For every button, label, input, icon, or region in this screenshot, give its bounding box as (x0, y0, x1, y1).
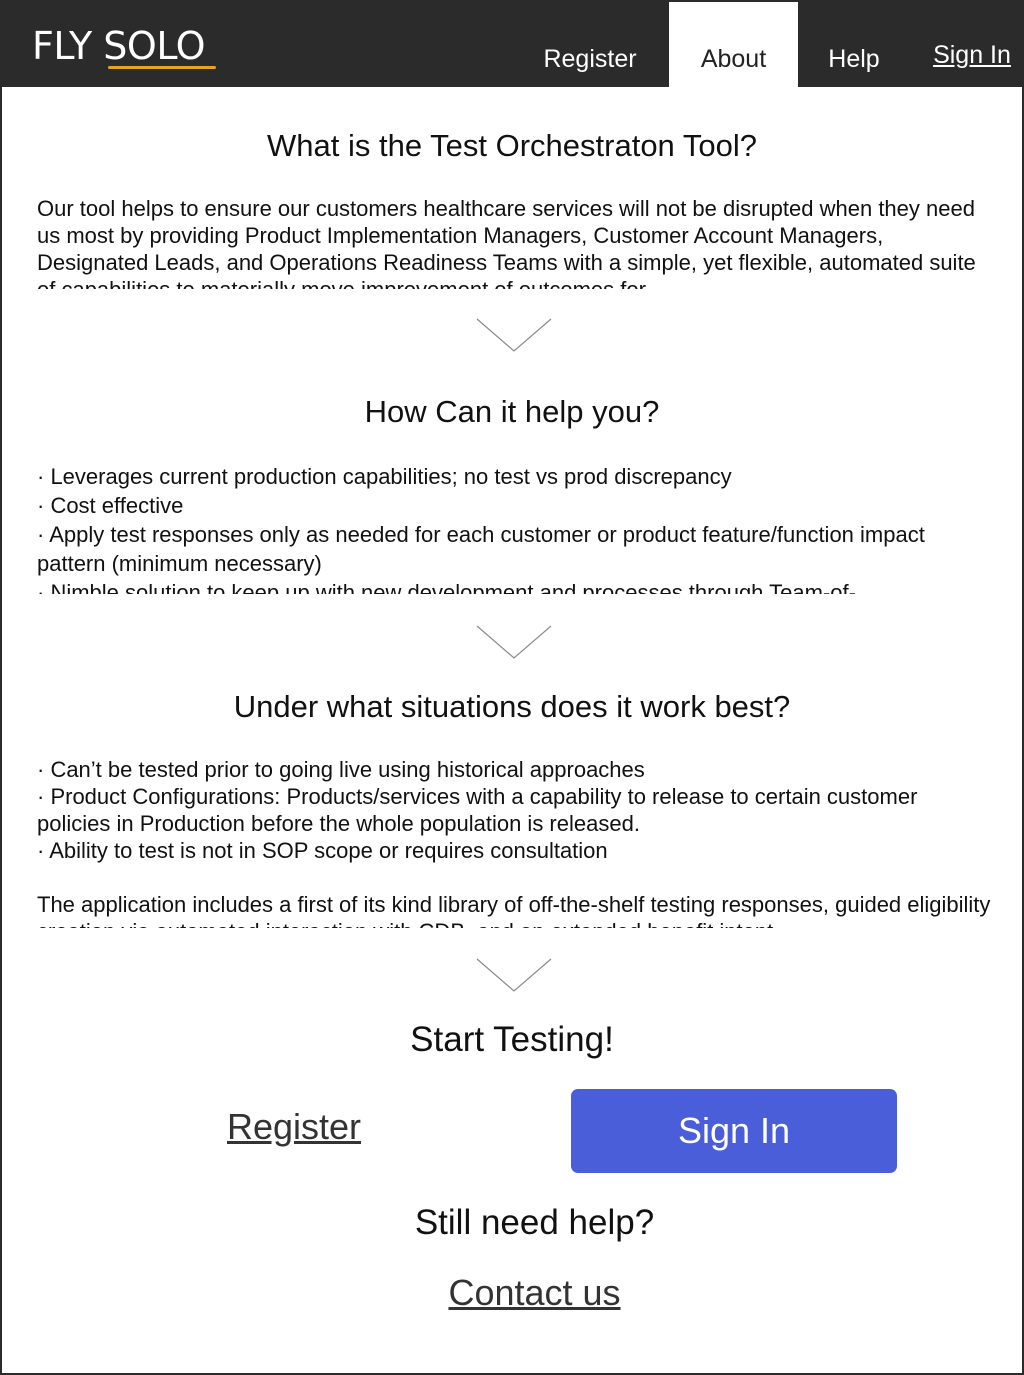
logo-word-solo: SOLO (103, 24, 206, 68)
still-need-help-heading: Still need help? (414, 1203, 655, 1242)
situations-paragraph: The application includes a first of its … (37, 892, 991, 928)
expand-chevron-icon[interactable] (476, 625, 552, 659)
situations-title: Under what situations does it work best? (233, 689, 791, 724)
situations-bullet: · Can’t be tested prior to going live us… (37, 757, 645, 782)
top-navigation-bar: FLY SOLO Register About Help Sign In (2, 2, 1022, 90)
how-help-bullet: · Nimble solution to keep up with new de… (37, 580, 856, 594)
nav-tab-register[interactable]: Register (527, 2, 653, 87)
logo-word-fly: FLY (32, 24, 92, 68)
expand-chevron-icon[interactable] (476, 318, 552, 352)
nav-sign-in-link[interactable]: Sign In (924, 2, 1020, 87)
how-help-title: How Can it help you? (364, 394, 660, 429)
contact-us-link[interactable]: Contact us (2, 1272, 1024, 1314)
situations-bullet: · Ability to test is not in SOP scope or… (37, 838, 608, 863)
how-help-bullet: · Apply test responses only as needed fo… (37, 522, 925, 576)
nav-tab-about[interactable]: About (669, 2, 798, 90)
sign-in-button[interactable]: Sign In (571, 1089, 897, 1173)
how-help-bullet: · Cost effective (37, 493, 184, 518)
nav-tab-help[interactable]: Help (798, 2, 910, 87)
situations-body[interactable]: · Can’t be tested prior to going live us… (37, 756, 992, 928)
start-testing-heading: Start Testing! (410, 1020, 614, 1059)
how-help-body[interactable]: · Leverages current production capabilit… (37, 462, 992, 594)
what-is-paragraph: Our tool helps to ensure our customers h… (37, 196, 976, 289)
what-is-body[interactable]: Our tool helps to ensure our customers h… (37, 195, 992, 289)
about-page: FLY SOLO Register About Help Sign In Wha… (0, 0, 1024, 1375)
what-is-title: What is the Test Orchestraton Tool? (267, 128, 757, 163)
expand-chevron-icon[interactable] (476, 958, 552, 992)
situations-bullet: · Product Configurations: Products/servi… (37, 784, 918, 836)
fly-solo-logo[interactable]: FLY SOLO (32, 24, 206, 68)
how-help-bullet: · Leverages current production capabilit… (37, 464, 732, 489)
logo-accent-underline (108, 66, 216, 69)
register-link[interactable]: Register (202, 1106, 386, 1148)
